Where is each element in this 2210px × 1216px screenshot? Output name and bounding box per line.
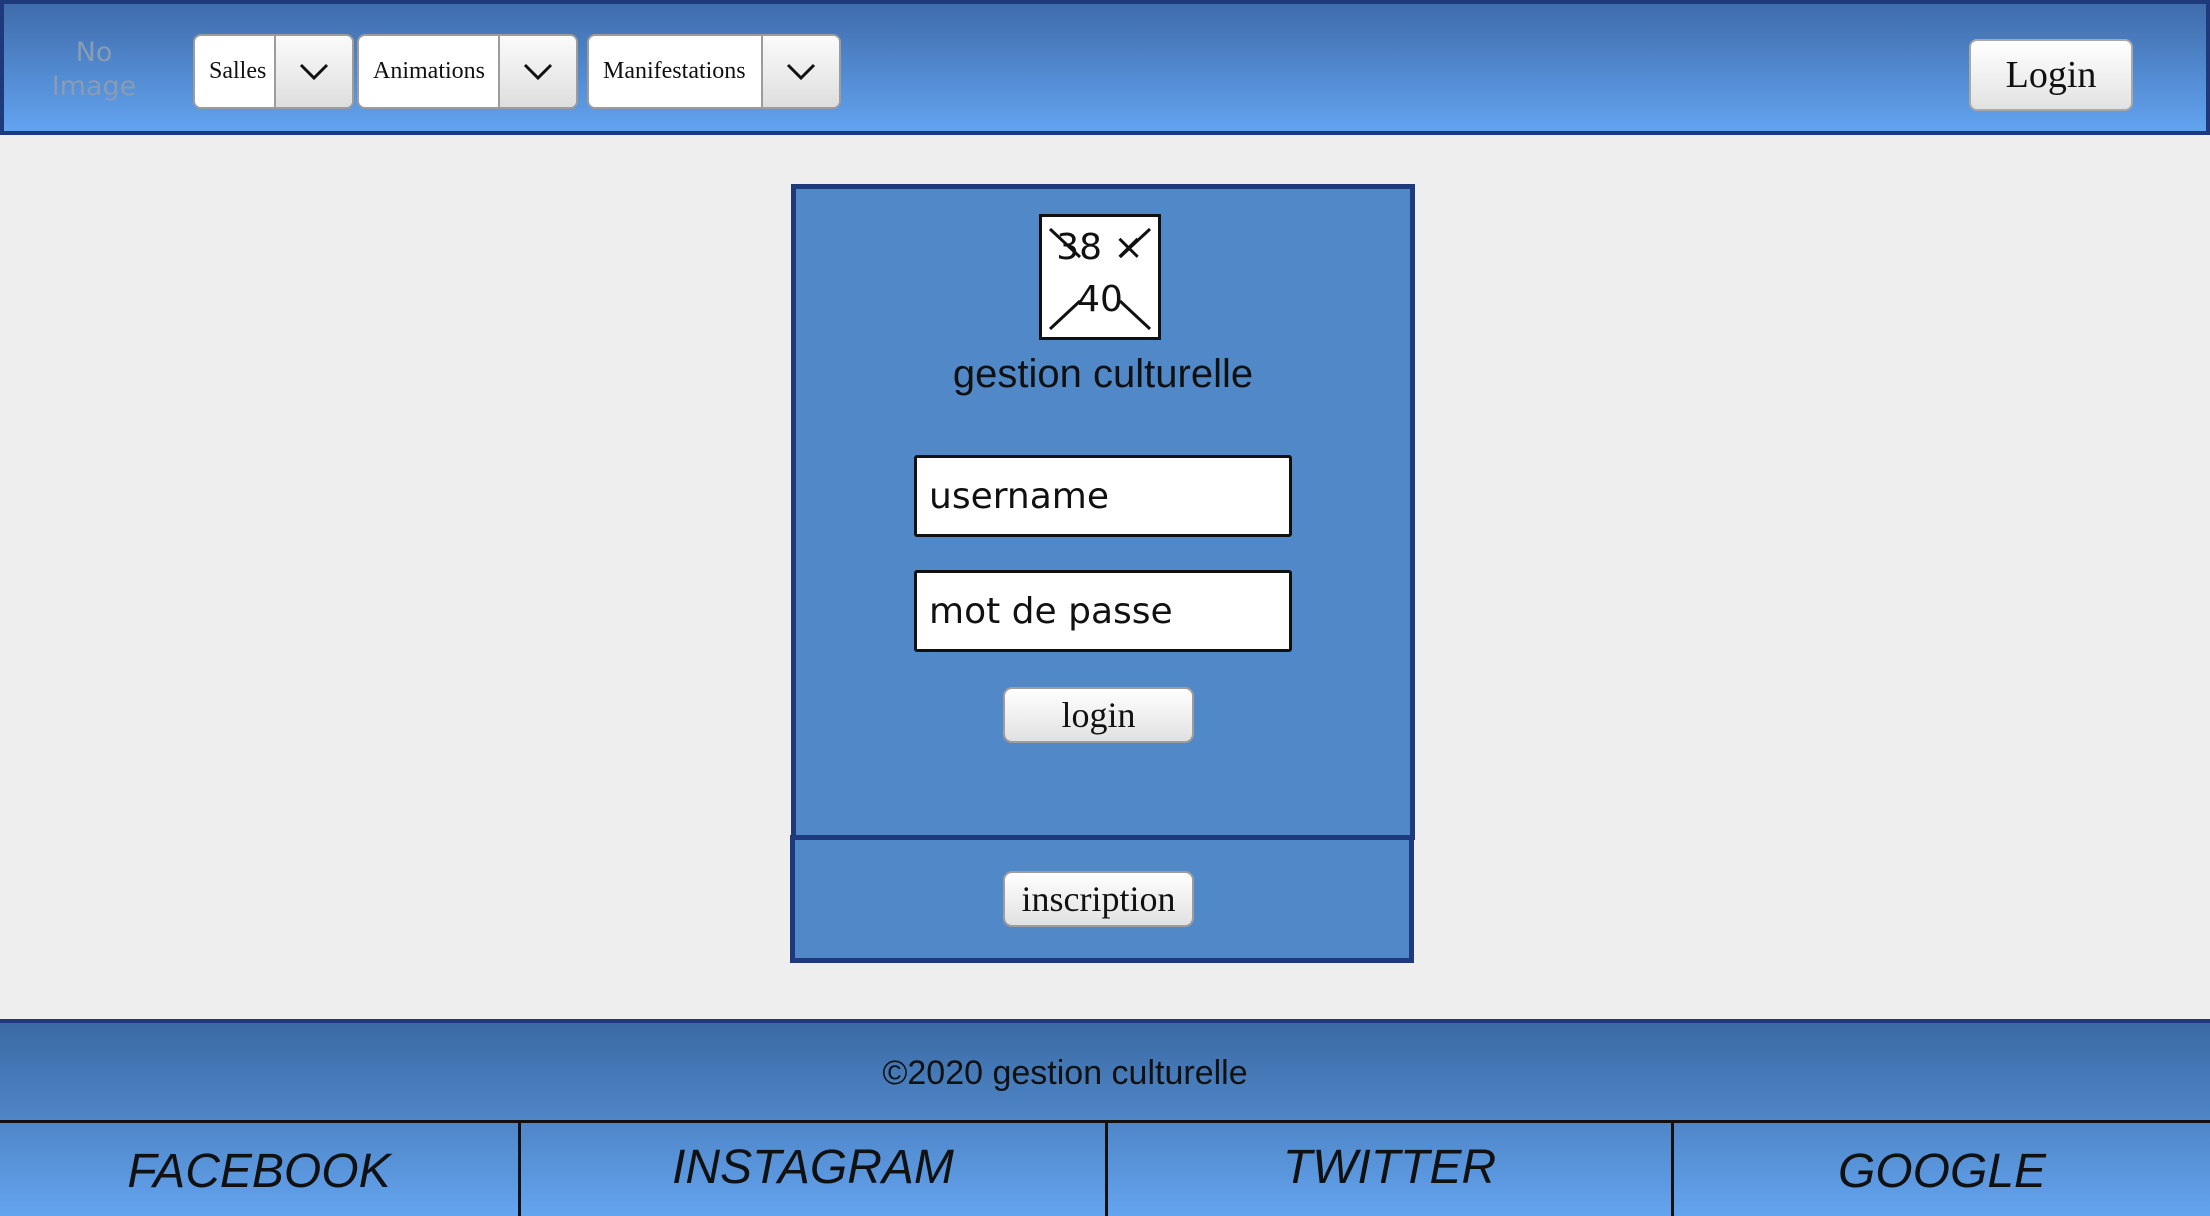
menu-manifestations-label: Manifestations: [603, 58, 746, 84]
login-button[interactable]: login: [1003, 687, 1194, 743]
chevron-down-icon[interactable]: [761, 36, 839, 107]
menu-animations-label: Animations: [373, 58, 485, 84]
menu-salles-label: Salles: [209, 58, 267, 84]
inscription-button[interactable]: inscription: [1003, 871, 1194, 927]
username-field[interactable]: [914, 455, 1292, 537]
menu-animations-dropdown[interactable]: Animations: [357, 34, 578, 109]
social-links-bar: FACEBOOK INSTAGRAM TWITTER GOOGLE: [0, 1123, 2210, 1216]
image-placeholder-icon: 38 × 40: [1039, 214, 1161, 340]
image-size-width: 38 ×: [1056, 227, 1144, 268]
chevron-down-icon[interactable]: [498, 36, 576, 107]
chevron-down-icon[interactable]: [274, 36, 352, 107]
copyright-text: ©2020 gestion culturelle: [882, 1054, 1248, 1092]
header-login-button[interactable]: Login: [1969, 39, 2133, 111]
menu-manifestations-dropdown[interactable]: Manifestations: [587, 34, 841, 109]
image-size-height: 40: [1077, 279, 1123, 320]
app-title: gestion culturelle: [952, 352, 1254, 396]
logo-placeholder: No Image: [51, 37, 137, 102]
instagram-link[interactable]: INSTAGRAM: [518, 1123, 1105, 1216]
menu-salles-dropdown[interactable]: Salles: [193, 34, 354, 109]
password-field[interactable]: [914, 570, 1292, 652]
twitter-link[interactable]: TWITTER: [1105, 1123, 1671, 1216]
facebook-link[interactable]: FACEBOOK: [0, 1123, 518, 1216]
google-link[interactable]: GOOGLE: [1671, 1123, 2210, 1216]
header-bar: No Image Salles Animations Manifestation…: [0, 0, 2210, 135]
